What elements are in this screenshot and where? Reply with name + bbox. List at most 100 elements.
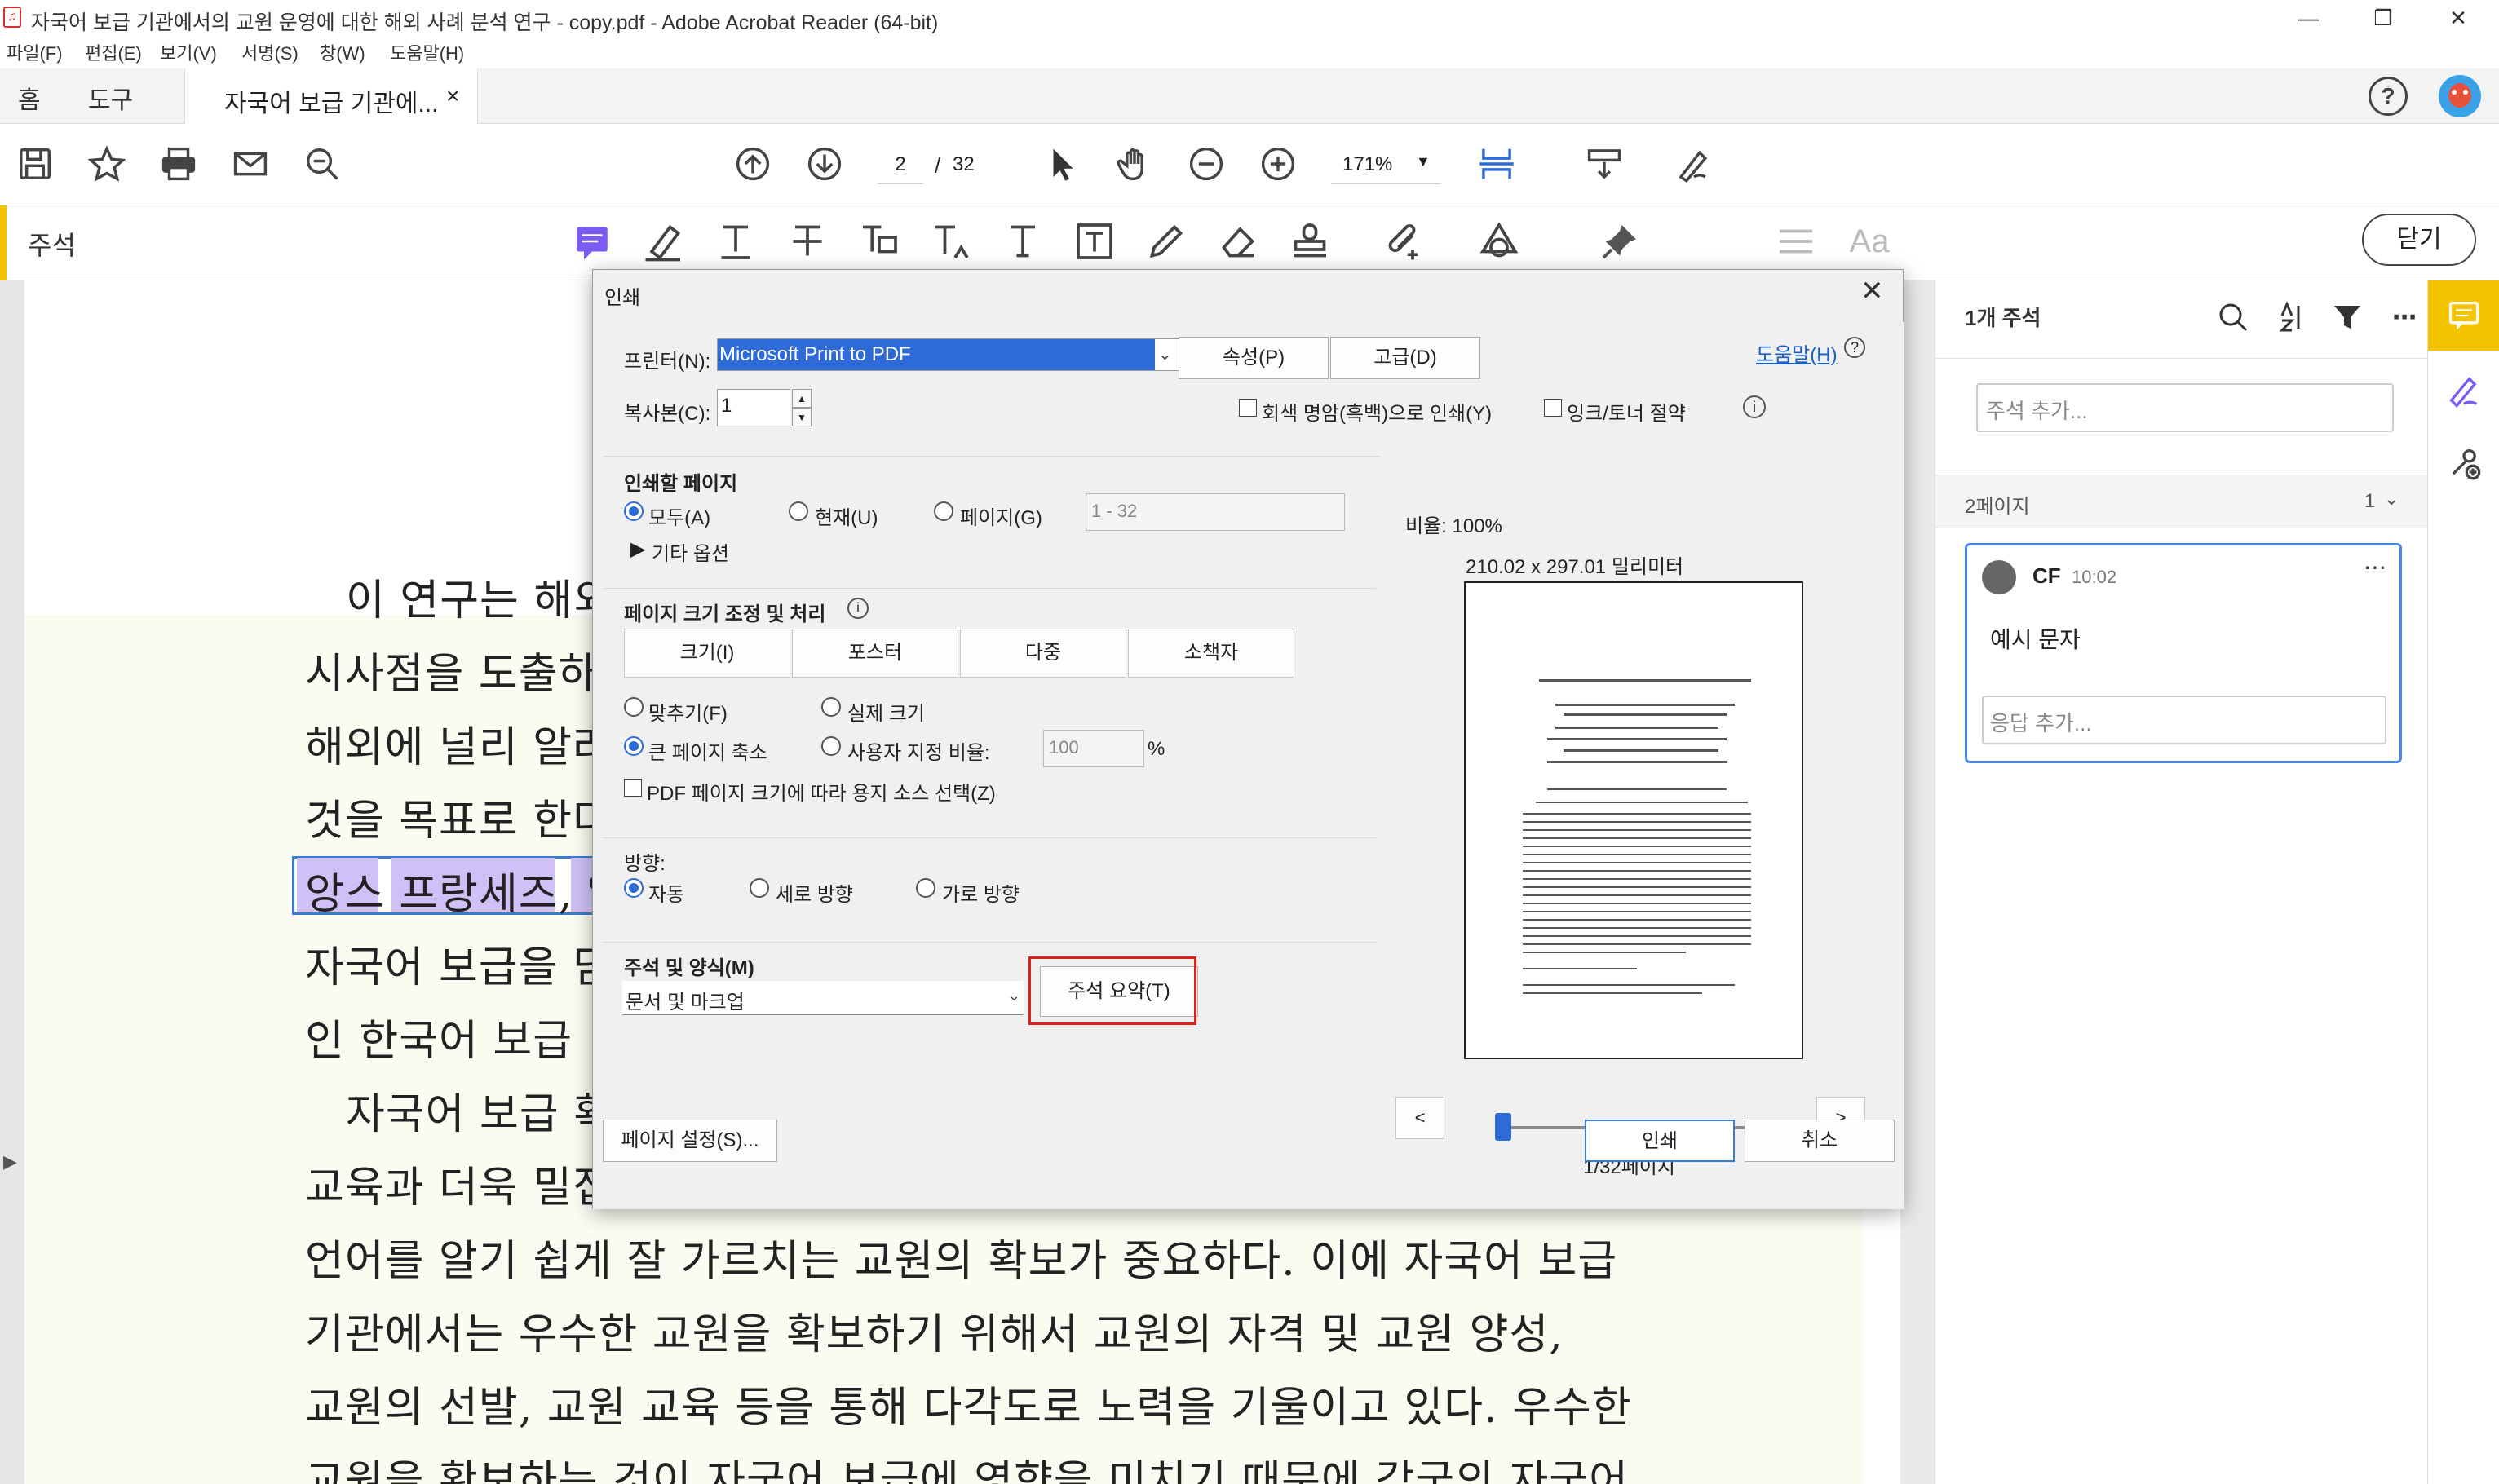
- save-icon[interactable]: [13, 142, 57, 186]
- current-page-radio[interactable]: [789, 501, 808, 521]
- custom-scale-radio[interactable]: [821, 736, 841, 756]
- page-down-icon[interactable]: [803, 142, 847, 186]
- star-icon[interactable]: [85, 142, 129, 186]
- attach-file-icon[interactable]: [1380, 217, 1429, 266]
- sign-icon[interactable]: [1672, 142, 1716, 186]
- strikethrough-icon[interactable]: [783, 217, 832, 266]
- copies-input[interactable]: 1: [717, 389, 790, 426]
- more-tools-icon[interactable]: [2444, 444, 2484, 483]
- sort-icon[interactable]: [2270, 297, 2311, 338]
- comments-page-group[interactable]: 2페이지 1 ⌄: [1935, 475, 2428, 528]
- avatar[interactable]: [2439, 75, 2481, 117]
- comment-card[interactable]: CF 10:02 ⋯ 예시 문자 응답 추가...: [1965, 543, 2402, 763]
- vertical-scrollbar[interactable]: [1900, 280, 1935, 1484]
- portrait-radio[interactable]: [750, 878, 769, 898]
- fit-radio[interactable]: [624, 697, 644, 717]
- page-range-radio[interactable]: [934, 501, 953, 521]
- pin-icon[interactable]: [1595, 217, 1644, 266]
- grayscale-checkbox[interactable]: [1239, 399, 1257, 417]
- pencil-icon[interactable]: [1142, 217, 1191, 266]
- paper-source-checkbox[interactable]: [624, 779, 642, 797]
- menu-view[interactable]: 보기(V): [160, 39, 217, 65]
- menu-file[interactable]: 파일(F): [7, 39, 63, 65]
- page-number-input[interactable]: 2: [878, 145, 923, 184]
- page-up-icon[interactable]: [731, 142, 775, 186]
- minimize-button[interactable]: —: [2284, 3, 2333, 33]
- cancel-button[interactable]: 취소: [1745, 1120, 1895, 1162]
- booklet-tab[interactable]: 소책자: [1128, 629, 1294, 678]
- info-icon[interactable]: i: [1743, 395, 1766, 418]
- hand-tool-icon[interactable]: [1112, 142, 1157, 186]
- info-icon[interactable]: i: [847, 598, 869, 619]
- help-link[interactable]: 도움말(H): [1756, 338, 1838, 367]
- preview-text-line: [1555, 727, 1718, 729]
- printer-select[interactable]: Microsoft Print to PDF ⌄: [717, 338, 1180, 371]
- highlight-icon[interactable]: [639, 217, 688, 266]
- shapes-icon[interactable]: [1475, 217, 1524, 266]
- tab-tools[interactable]: 도구: [88, 80, 133, 116]
- actual-size-radio[interactable]: [821, 697, 841, 717]
- menu-help[interactable]: 도움말(H): [390, 39, 464, 65]
- comment-panel-tab[interactable]: [2428, 280, 2499, 351]
- close-icon[interactable]: ✕: [1860, 275, 1884, 307]
- print-button[interactable]: 인쇄: [1585, 1120, 1735, 1162]
- preview-prev-button[interactable]: <: [1395, 1097, 1444, 1139]
- email-icon[interactable]: [228, 142, 272, 186]
- comment-more-icon[interactable]: ⋯: [2364, 554, 2386, 581]
- search-icon[interactable]: [2213, 297, 2254, 338]
- preview-slider-knob[interactable]: [1495, 1113, 1511, 1141]
- reply-input[interactable]: 응답 추가...: [1982, 696, 2386, 744]
- restore-button[interactable]: ❐: [2359, 3, 2408, 33]
- zoom-out-icon[interactable]: [1184, 142, 1228, 186]
- menu-sign[interactable]: 서명(S): [241, 39, 299, 65]
- add-comment-input[interactable]: 주석 추가...: [1976, 383, 2394, 432]
- properties-button[interactable]: 속성(P): [1179, 337, 1329, 379]
- save-ink-checkbox[interactable]: [1544, 399, 1562, 417]
- multiple-tab[interactable]: 다중: [960, 629, 1126, 678]
- page-display-icon[interactable]: [1475, 142, 1519, 186]
- text-box-icon[interactable]: [1070, 217, 1119, 266]
- stamp-icon[interactable]: [1285, 217, 1334, 266]
- page-setup-button[interactable]: 페이지 설정(S)...: [603, 1120, 777, 1162]
- print-icon[interactable]: [157, 142, 201, 186]
- auto-orientation-radio[interactable]: [624, 878, 644, 898]
- size-tab[interactable]: 크기(I): [624, 629, 790, 678]
- all-pages-radio[interactable]: [624, 501, 644, 521]
- font-style-icon[interactable]: Aa: [1845, 217, 1894, 266]
- landscape-radio[interactable]: [916, 878, 935, 898]
- add-text-icon[interactable]: [998, 217, 1047, 266]
- scroll-mode-icon[interactable]: [1582, 142, 1626, 186]
- underline-text-icon[interactable]: [711, 217, 760, 266]
- line-weight-icon[interactable]: [1771, 217, 1820, 266]
- help-icon[interactable]: ?: [1844, 337, 1865, 358]
- menu-edit[interactable]: 편집(E): [85, 39, 142, 65]
- search-zoom-icon[interactable]: [300, 142, 344, 186]
- copies-increment[interactable]: ▲: [792, 389, 812, 408]
- more-options-toggle[interactable]: ▶: [630, 537, 645, 561]
- comments-forms-select[interactable]: 문서 및 마크업 ⌄: [622, 981, 1024, 1015]
- custom-scale-input[interactable]: 100: [1043, 730, 1144, 767]
- tab-document[interactable]: 자국어 보급 기관에... ×: [184, 68, 478, 124]
- close-annotation-button[interactable]: 닫기: [2362, 214, 2476, 266]
- advanced-button[interactable]: 고급(D): [1330, 337, 1480, 379]
- fill-sign-icon[interactable]: [2444, 372, 2484, 411]
- copies-decrement[interactable]: ▼: [792, 408, 812, 426]
- shrink-radio[interactable]: [624, 736, 644, 756]
- zoom-in-icon[interactable]: [1256, 142, 1300, 186]
- tab-home[interactable]: 홈: [18, 80, 41, 116]
- more-options-icon[interactable]: ⋯: [2384, 297, 2425, 338]
- filter-icon[interactable]: [2327, 297, 2368, 338]
- tab-close-icon[interactable]: ×: [446, 83, 459, 109]
- replace-text-icon[interactable]: [855, 217, 904, 266]
- insert-text-icon[interactable]: [927, 217, 975, 266]
- help-icon[interactable]: ?: [2369, 77, 2408, 116]
- zoom-select[interactable]: 171% ▼: [1331, 145, 1440, 184]
- close-window-button[interactable]: ✕: [2434, 3, 2483, 33]
- sticky-note-icon[interactable]: [568, 217, 617, 266]
- menu-window[interactable]: 창(W): [320, 39, 365, 65]
- poster-tab[interactable]: 포스터: [792, 629, 958, 678]
- eraser-icon[interactable]: [1214, 217, 1263, 266]
- expand-left-panel-icon[interactable]: ▶: [3, 1151, 17, 1173]
- page-range-input[interactable]: 1 - 32: [1086, 493, 1345, 531]
- select-cursor-icon[interactable]: [1041, 142, 1085, 186]
